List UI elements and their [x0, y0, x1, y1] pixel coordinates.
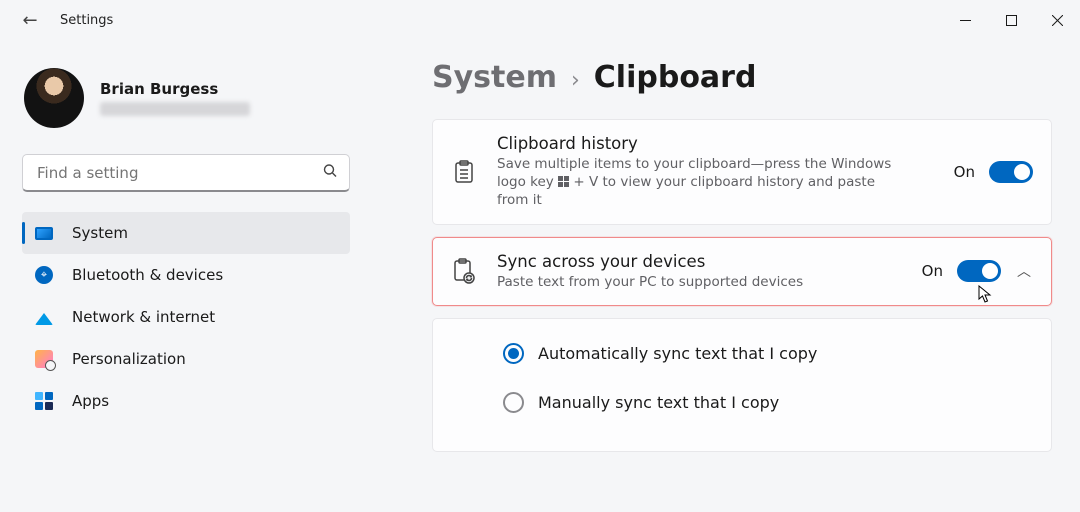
sidebar-item-personalization[interactable]: Personalization: [22, 338, 350, 380]
network-icon: [34, 307, 54, 327]
close-icon: [1052, 15, 1063, 26]
maximize-button[interactable]: [988, 0, 1034, 40]
clipboard-sync-icon: [451, 258, 477, 284]
chevron-up-icon[interactable]: ︿: [1015, 261, 1033, 281]
minimize-button[interactable]: [942, 0, 988, 40]
sync-options-panel: Automatically sync text that I copy Manu…: [432, 318, 1052, 452]
bluetooth-icon: ⌖: [34, 265, 54, 285]
maximize-icon: [1006, 15, 1017, 26]
avatar: [24, 68, 84, 128]
sidebar-item-label: Personalization: [72, 350, 186, 368]
sidebar-item-network[interactable]: Network & internet: [22, 296, 350, 338]
sidebar-item-label: System: [72, 224, 128, 242]
card-sync-devices: Sync across your devices Paste text from…: [432, 237, 1052, 306]
minimize-icon: [960, 15, 971, 26]
personalization-icon: [34, 349, 54, 369]
radio-label: Manually sync text that I copy: [538, 393, 779, 412]
sidebar: Brian Burgess System ⌖ Bluetooth & devic…: [0, 40, 372, 512]
sidebar-item-system[interactable]: System: [22, 212, 350, 254]
user-name: Brian Burgess: [100, 80, 250, 98]
clipboard-icon: [451, 160, 477, 184]
search-input[interactable]: [22, 154, 350, 192]
breadcrumb-parent[interactable]: System: [432, 60, 557, 95]
card-title: Sync across your devices: [497, 252, 902, 271]
user-email-blurred: [100, 102, 250, 116]
card-title: Clipboard history: [497, 134, 934, 153]
sidebar-item-label: Network & internet: [72, 308, 215, 326]
windows-key-icon: [558, 176, 569, 187]
sync-devices-toggle[interactable]: [957, 260, 1001, 282]
search-icon: [323, 164, 338, 183]
toggle-state-label: On: [922, 262, 943, 280]
profile-block[interactable]: Brian Burgess: [24, 68, 350, 128]
system-icon: [34, 223, 54, 243]
card-description: Save multiple items to your clipboard—pr…: [497, 155, 897, 210]
sidebar-item-apps[interactable]: Apps: [22, 380, 350, 422]
card-clipboard-history: Clipboard history Save multiple items to…: [432, 119, 1052, 225]
sidebar-item-bluetooth[interactable]: ⌖ Bluetooth & devices: [22, 254, 350, 296]
apps-icon: [34, 391, 54, 411]
sidebar-item-label: Apps: [72, 392, 109, 410]
search-wrap: [22, 154, 350, 192]
radio-label: Automatically sync text that I copy: [538, 344, 817, 363]
sidebar-item-label: Bluetooth & devices: [72, 266, 223, 284]
radio-indicator-checked: [503, 343, 524, 364]
card-description: Paste text from your PC to supported dev…: [497, 273, 897, 291]
main-content: System › Clipboard Clipboard history Sav…: [372, 40, 1080, 512]
clipboard-history-toggle[interactable]: [989, 161, 1033, 183]
toggle-state-label: On: [954, 163, 975, 181]
nav-list: System ⌖ Bluetooth & devices Network & i…: [22, 212, 350, 422]
breadcrumb: System › Clipboard: [432, 60, 1052, 95]
titlebar: ← Settings: [0, 0, 1080, 40]
radio-indicator: [503, 392, 524, 413]
chevron-right-icon: ›: [571, 68, 580, 93]
close-button[interactable]: [1034, 0, 1080, 40]
radio-auto-sync[interactable]: Automatically sync text that I copy: [503, 343, 1033, 364]
window-title: Settings: [60, 13, 113, 28]
page-title: Clipboard: [594, 60, 757, 95]
radio-manual-sync[interactable]: Manually sync text that I copy: [503, 392, 1033, 413]
back-button[interactable]: ←: [18, 10, 42, 31]
